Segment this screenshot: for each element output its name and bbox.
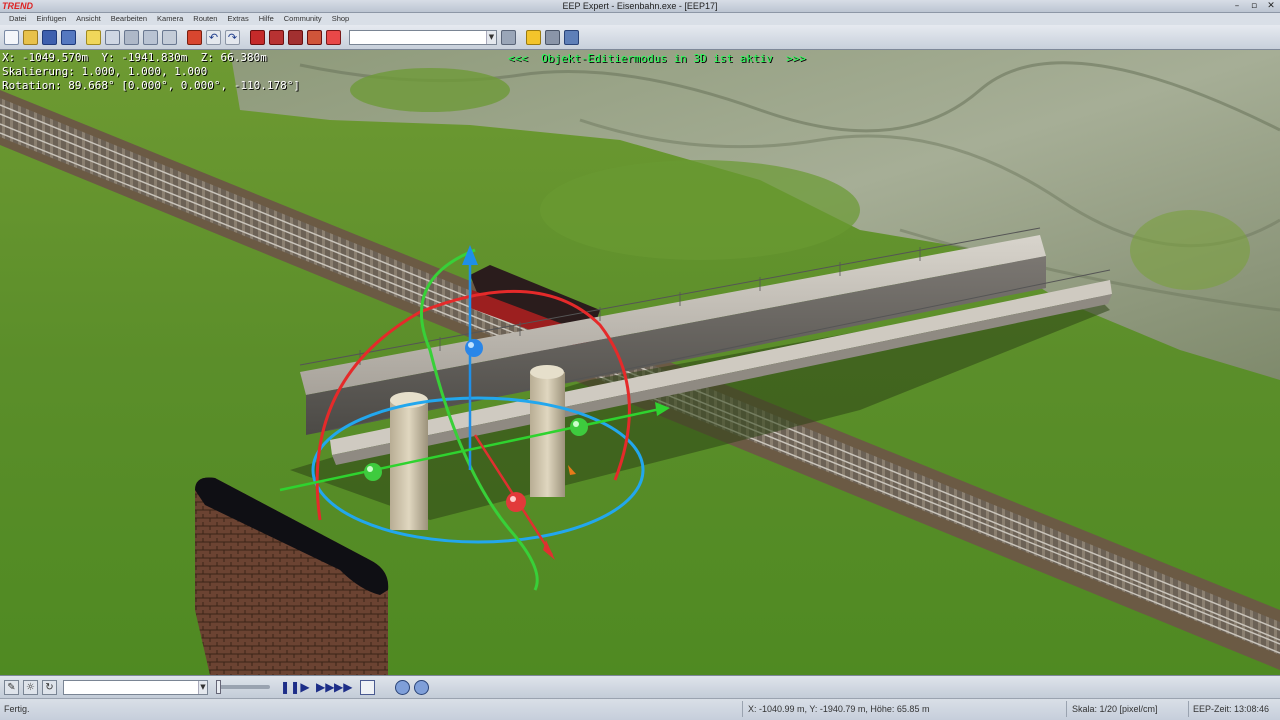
new-file-icon[interactable] <box>4 29 19 45</box>
train-red-icon[interactable] <box>250 29 265 45</box>
main-toolbar: ↶ ↷ ▼ <box>0 25 1280 50</box>
object-rotation-text: Rotation: 89.668° [0.000°, 0.000°, -110.… <box>2 79 301 92</box>
fast-forward-icon[interactable]: ▶▶ <box>316 680 334 694</box>
undo-icon[interactable]: ↶ <box>206 29 221 45</box>
tools-icon[interactable] <box>545 29 560 45</box>
close-button[interactable]: ✕ <box>1264 1 1278 12</box>
menu-ansicht[interactable]: Ansicht <box>71 13 106 25</box>
object-position-text: X: -1049.570m Y: -1941.830m Z: 66.380m <box>2 51 267 64</box>
screen-icon[interactable] <box>360 679 375 695</box>
menu-routen[interactable]: Routen <box>188 13 222 25</box>
chevron-down-icon[interactable]: ▼ <box>198 680 207 694</box>
play-icon[interactable]: ▶ <box>298 680 312 694</box>
scene-render <box>0 50 1280 675</box>
menu-extras[interactable]: Extras <box>222 13 253 25</box>
save-icon[interactable] <box>42 29 57 45</box>
speed-slider-thumb[interactable] <box>216 680 221 694</box>
edit-mode-message: <<< Objekt-Editiermodus in 3D ist aktiv … <box>508 52 807 65</box>
redo-icon[interactable]: ↷ <box>225 29 240 45</box>
menu-datei[interactable]: Datei <box>4 13 32 25</box>
flag-icon[interactable] <box>326 29 341 45</box>
lightbulb-icon[interactable]: ☼ <box>23 679 38 695</box>
minimize-button[interactable]: – <box>1230 1 1244 12</box>
sun-icon[interactable] <box>526 29 541 45</box>
pause-icon[interactable]: ❚❚ <box>280 680 300 694</box>
zoom-in-icon[interactable] <box>395 679 410 695</box>
speed-slider[interactable] <box>216 680 270 694</box>
menu-einfuegen[interactable]: Einfügen <box>32 13 72 25</box>
signal-icon[interactable] <box>187 29 202 45</box>
menu-kamera[interactable]: Kamera <box>152 13 188 25</box>
status-bar: Fertig. X: -1040.99 m, Y: -1940.79 m, Hö… <box>0 698 1280 720</box>
menu-community[interactable]: Community <box>279 13 327 25</box>
train-red3-icon[interactable] <box>288 29 303 45</box>
control-bar: ✎ ☼ ↻ ▼ ❚❚ ▶ ▶▶ ▶▶ <box>0 675 1280 698</box>
search-object-icon[interactable] <box>501 29 516 45</box>
window-title: EEP Expert - Eisenbahn.exe - [EEP17] <box>562 1 718 11</box>
menu-bar: Datei Einfügen Ansicht Bearbeiten Kamera… <box>0 13 1280 25</box>
maximize-button[interactable]: ▫ <box>1247 1 1261 12</box>
menu-shop[interactable]: Shop <box>327 13 355 25</box>
train-red2-icon[interactable] <box>269 29 284 45</box>
cursor-coordinates: X: -1040.99 m, Y: -1940.79 m, Höhe: 65.8… <box>748 704 930 714</box>
copy-icon[interactable] <box>105 29 120 45</box>
layer-icon[interactable] <box>86 29 101 45</box>
open-folder-icon[interactable] <box>23 29 38 45</box>
save-as-icon[interactable] <box>61 29 76 45</box>
status-text: Fertig. <box>4 704 30 714</box>
window-controls: – ▫ ✕ <box>1230 1 1278 12</box>
map-scale: Skala: 1/20 [pixel/cm] <box>1072 704 1158 714</box>
camera-icon[interactable] <box>564 29 579 45</box>
title-bar: TREND EEP Expert - Eisenbahn.exe - [EEP1… <box>0 0 1280 13</box>
eep-time: EEP-Zeit: 13:08:46 <box>1193 704 1270 714</box>
edit-pen-icon[interactable]: ✎ <box>4 679 19 695</box>
tile-icon[interactable] <box>124 29 139 45</box>
grid-icon[interactable] <box>162 29 177 45</box>
object-select-combo[interactable]: ▼ <box>349 29 497 45</box>
menu-hilfe[interactable]: Hilfe <box>254 13 279 25</box>
chevron-down-icon[interactable]: ▼ <box>486 30 496 44</box>
faster-forward-icon[interactable]: ▶▶ <box>334 680 352 694</box>
rotate-view-icon[interactable]: ↻ <box>42 679 57 695</box>
menu-bearbeiten[interactable]: Bearbeiten <box>106 13 152 25</box>
layout-select-combo[interactable]: ▼ <box>63 679 208 695</box>
3d-viewport[interactable] <box>0 50 1280 675</box>
app-logo: TREND <box>2 0 33 11</box>
group-icon[interactable] <box>143 29 158 45</box>
zoom-out-icon[interactable] <box>414 679 429 695</box>
train-crane-icon[interactable] <box>307 29 322 45</box>
object-scale-text: Skalierung: 1.000, 1.000, 1.000 <box>2 65 208 78</box>
object-info-hud: X: -1049.570m Y: -1941.830m Z: 66.380m S… <box>2 51 300 93</box>
